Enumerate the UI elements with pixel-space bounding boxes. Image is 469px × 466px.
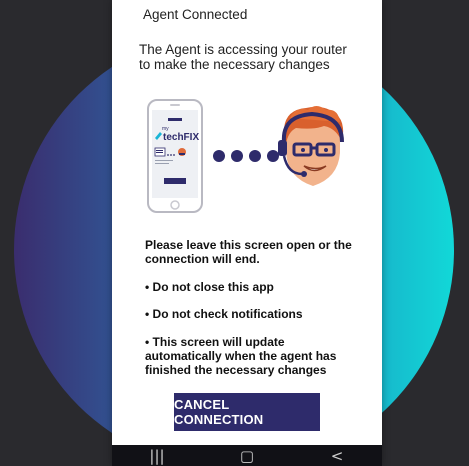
bullet-do-not-check-notifications: • Do not check notifications xyxy=(145,307,303,321)
keep-screen-open-message: Please leave this screen open or the con… xyxy=(145,238,352,266)
recents-nav-icon[interactable]: ||| xyxy=(137,447,177,465)
bullet-screen-will-update: • This screen will update automatically … xyxy=(145,335,337,377)
back-nav-icon[interactable]: < xyxy=(317,447,357,465)
intro-text: The Agent is accessing your router to ma… xyxy=(139,42,347,72)
phone-screen: Agent Connected The Agent is accessing y… xyxy=(112,0,382,466)
bullet-do-not-close-app: • Do not close this app xyxy=(145,280,274,294)
app-content: Agent Connected The Agent is accessing y… xyxy=(112,0,382,445)
logo-text: techFIX xyxy=(163,132,199,143)
connection-illustration: my techFIX xyxy=(147,99,344,213)
agent-status-title: Agent Connected xyxy=(143,7,248,22)
screen: Agent Connected The Agent is accessing y… xyxy=(0,0,469,466)
home-nav-icon[interactable]: ▢ xyxy=(227,447,267,465)
smartphone-icon: my techFIX xyxy=(147,99,203,213)
connection-dots-icon xyxy=(213,150,279,162)
cancel-connection-button[interactable]: CANCEL CONNECTION xyxy=(174,393,320,431)
android-nav-bar: ||| ▢ < xyxy=(112,445,382,466)
agent-headset-avatar-icon xyxy=(278,106,344,186)
